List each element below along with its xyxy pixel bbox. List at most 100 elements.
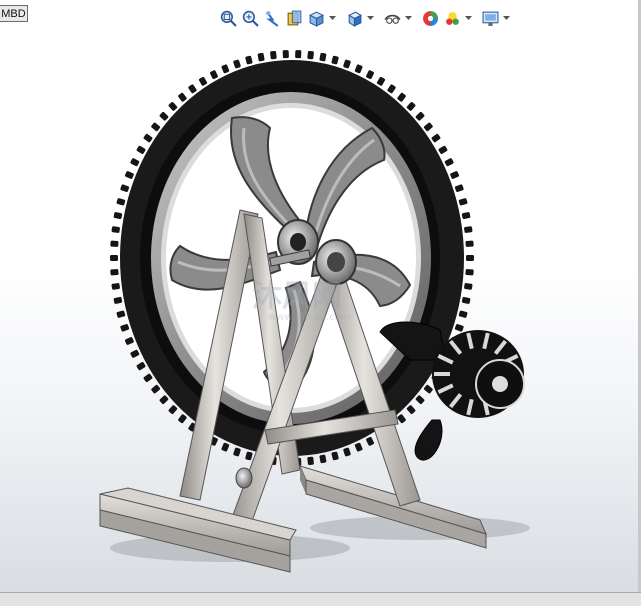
tire-knob	[319, 52, 327, 62]
tire-knob	[143, 373, 153, 383]
chevron-down-icon	[502, 15, 510, 20]
tire-knob	[159, 111, 169, 121]
tire-knob	[136, 145, 146, 154]
tire-knob	[151, 384, 161, 394]
motor-fin	[434, 372, 450, 376]
edit-appearance-button[interactable]	[420, 7, 440, 29]
tire-knob	[438, 145, 448, 154]
zoom-to-fit-button[interactable]	[218, 7, 238, 29]
tire-knob	[270, 50, 277, 60]
tire-knob	[116, 310, 126, 318]
tire-knob	[178, 92, 187, 102]
zoom-to-fit-icon	[220, 10, 237, 27]
tire-knob	[319, 454, 327, 464]
tire-knob	[415, 111, 425, 121]
tire-knob	[233, 59, 241, 69]
tire-knob	[282, 50, 289, 59]
tire-knob	[124, 171, 134, 179]
tire-knob	[450, 171, 460, 179]
tire-knob	[406, 102, 416, 111]
tire-knob	[307, 456, 314, 466]
tire-knob	[354, 64, 363, 74]
graphics-viewport[interactable]: 沐风网 www.mfcad.com MBD	[0, 0, 641, 592]
tire-knob	[307, 50, 314, 60]
tire-knob	[151, 122, 161, 132]
chevron-down-icon	[404, 15, 412, 20]
hide-show-items-button[interactable]	[382, 7, 402, 29]
tire-knob	[464, 283, 473, 290]
tire-knob	[454, 324, 464, 332]
chevron-down-icon	[328, 15, 336, 20]
tire-knob	[110, 240, 119, 247]
zoom-to-area-button[interactable]	[240, 7, 260, 29]
tire-knob	[423, 122, 433, 132]
view-orientation-button[interactable]	[306, 7, 326, 29]
tire-knob	[465, 269, 474, 276]
tire-knob	[465, 240, 474, 247]
tire-knob	[168, 405, 178, 414]
tire-knob	[178, 414, 187, 424]
tire-knob	[111, 226, 120, 233]
heads-up-view-toolbar	[218, 6, 510, 30]
view-settings-icon	[482, 11, 498, 26]
hide-show-items-icon	[383, 14, 401, 24]
previous-view-button[interactable]	[262, 7, 282, 29]
tire-knob	[188, 84, 197, 94]
tire-knob	[354, 442, 363, 452]
tire-knob	[110, 255, 118, 261]
view-orientation-dropdown[interactable]	[328, 7, 336, 29]
tire-knob	[233, 447, 241, 457]
watermark-text: 沐风网	[252, 279, 342, 314]
tire-knob	[387, 84, 396, 94]
tire-knob	[366, 70, 374, 80]
tire-knob	[136, 362, 146, 371]
tire-knob	[444, 158, 454, 167]
tire-knob	[111, 283, 120, 290]
model-render: 沐风网 www.mfcad.com	[99, 50, 530, 573]
apply-scene-dropdown[interactable]	[464, 7, 472, 29]
tire-knob	[343, 59, 351, 69]
tire-knob	[130, 349, 140, 358]
section-view-button[interactable]	[284, 7, 304, 29]
view-settings-button[interactable]	[480, 7, 500, 29]
watermark-url: www.mfcad.com	[268, 312, 351, 323]
tire-knob	[221, 64, 230, 74]
tire-knob	[466, 255, 474, 261]
zoom-to-area-icon	[242, 10, 259, 27]
tire-knob	[110, 269, 119, 276]
edit-appearance-icon	[422, 10, 438, 26]
generator-motor	[432, 330, 525, 418]
tire-knob	[397, 414, 406, 424]
tire-knob	[221, 442, 230, 452]
display-style-button[interactable]	[344, 7, 364, 29]
tire-knob	[331, 451, 339, 461]
tire-knob	[331, 55, 339, 65]
chevron-down-icon	[366, 15, 374, 20]
view-settings-dropdown[interactable]	[502, 7, 510, 29]
tire-knob	[198, 76, 208, 86]
apply-scene-button[interactable]	[442, 7, 462, 29]
previous-view-icon	[265, 10, 278, 27]
tire-knob	[159, 395, 169, 405]
tire-knob	[343, 447, 351, 457]
tire-knob	[366, 436, 374, 446]
display-style-dropdown[interactable]	[366, 7, 374, 29]
tire-knob	[464, 226, 473, 233]
tire-knob	[210, 70, 218, 80]
apply-scene-icon	[445, 11, 459, 25]
hide-show-items-dropdown[interactable]	[404, 7, 412, 29]
tire-knob	[295, 50, 302, 59]
tire-knob	[406, 405, 416, 414]
tire-knob	[124, 337, 134, 345]
tire-knob	[415, 395, 425, 405]
tire-knob	[116, 198, 126, 206]
tire-knob	[168, 102, 178, 111]
tire-knob	[245, 451, 253, 461]
tire-knob	[376, 76, 386, 86]
tire-knob	[113, 296, 123, 304]
tire-knob	[458, 310, 468, 318]
mbd-tab[interactable]: MBD	[0, 5, 28, 22]
tire-knob	[423, 384, 433, 394]
tire-knob	[130, 158, 140, 167]
chevron-down-icon	[464, 15, 472, 20]
